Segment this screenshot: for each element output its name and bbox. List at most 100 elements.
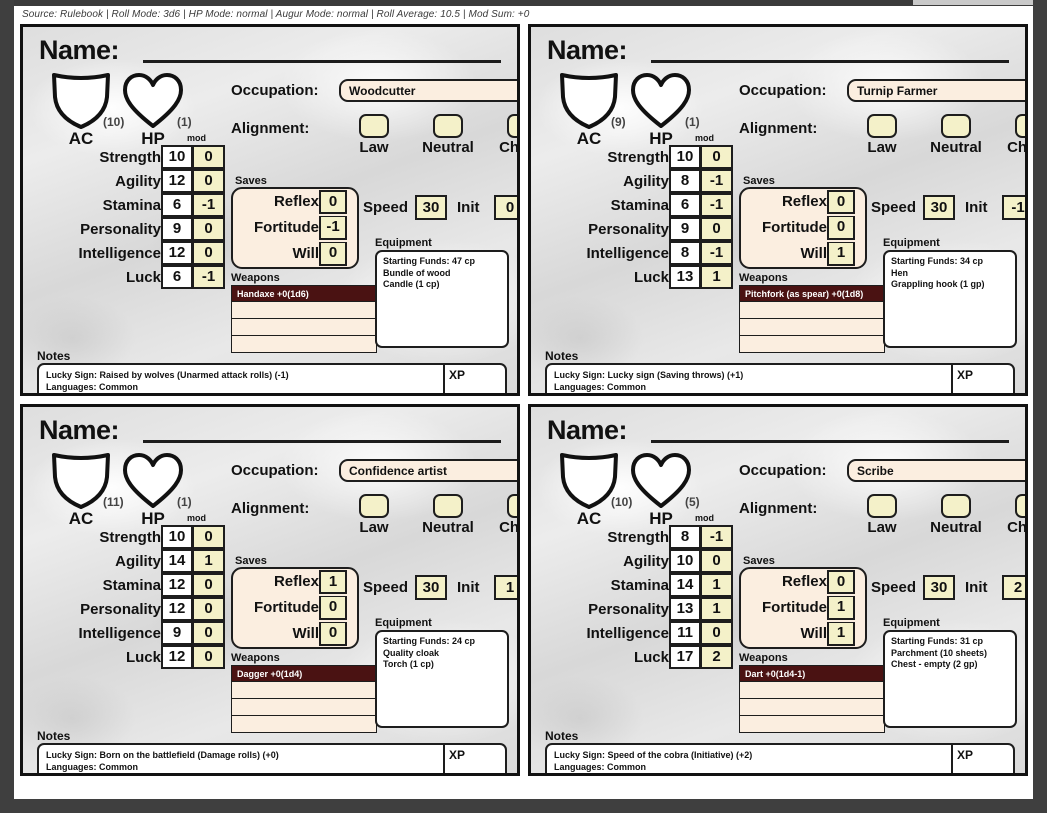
attribute-value[interactable]: 9 bbox=[669, 217, 701, 241]
equipment-box[interactable]: Starting Funds: 34 cp Hen Grappling hook (… bbox=[883, 250, 1017, 348]
alignment-checkbox-neutral[interactable] bbox=[941, 114, 971, 138]
name-input-line[interactable] bbox=[651, 440, 1009, 443]
speed-value[interactable]: 30 bbox=[923, 575, 955, 600]
weapon-row[interactable]: Pitchfork (as spear) +0(1d8) bbox=[739, 285, 885, 302]
save-value[interactable]: 0 bbox=[319, 242, 347, 266]
speed-value[interactable]: 30 bbox=[923, 195, 955, 220]
save-value[interactable]: 0 bbox=[319, 622, 347, 646]
attribute-value[interactable]: 10 bbox=[161, 525, 193, 549]
weapon-row[interactable] bbox=[739, 716, 885, 733]
weapon-row[interactable] bbox=[739, 319, 885, 336]
attribute-mod[interactable]: 1 bbox=[701, 265, 733, 289]
alignment-checkbox-law[interactable] bbox=[359, 494, 389, 518]
weapon-row[interactable] bbox=[739, 699, 885, 716]
attribute-mod[interactable]: 0 bbox=[701, 145, 733, 169]
attribute-value[interactable]: 8 bbox=[669, 169, 701, 193]
weapon-row[interactable] bbox=[231, 319, 377, 336]
weapon-row[interactable] bbox=[739, 302, 885, 319]
save-value[interactable]: 0 bbox=[827, 190, 855, 214]
notes-box[interactable]: Lucky Sign: Speed of the cobra (Initiati… bbox=[545, 743, 1015, 773]
attribute-mod[interactable]: 0 bbox=[193, 525, 225, 549]
alignment-checkbox-neutral[interactable] bbox=[941, 494, 971, 518]
attribute-mod[interactable]: -1 bbox=[701, 169, 733, 193]
attribute-value[interactable]: 10 bbox=[161, 145, 193, 169]
init-value[interactable]: 1 bbox=[494, 575, 517, 600]
speed-value[interactable]: 30 bbox=[415, 195, 447, 220]
attribute-mod[interactable]: 0 bbox=[193, 621, 225, 645]
attribute-value[interactable]: 6 bbox=[161, 193, 193, 217]
speed-value[interactable]: 30 bbox=[415, 575, 447, 600]
notes-box[interactable]: Lucky Sign: Lucky sign (Saving throws) (… bbox=[545, 363, 1015, 393]
attribute-mod[interactable]: -1 bbox=[701, 241, 733, 265]
weapon-row[interactable]: Dagger +0(1d4) bbox=[231, 665, 377, 682]
attribute-value[interactable]: 10 bbox=[669, 549, 701, 573]
save-value[interactable]: 0 bbox=[827, 570, 855, 594]
save-value[interactable]: 0 bbox=[319, 596, 347, 620]
alignment-checkbox-neutral[interactable] bbox=[433, 114, 463, 138]
init-value[interactable]: 2 bbox=[1002, 575, 1025, 600]
save-value[interactable]: 1 bbox=[827, 596, 855, 620]
weapon-row[interactable] bbox=[231, 682, 377, 699]
attribute-value[interactable]: 10 bbox=[669, 145, 701, 169]
attribute-mod[interactable]: 0 bbox=[701, 217, 733, 241]
attribute-mod[interactable]: 0 bbox=[193, 145, 225, 169]
equipment-box[interactable]: Starting Funds: 24 cp Quality cloak Torch … bbox=[375, 630, 509, 728]
save-value[interactable]: 1 bbox=[827, 622, 855, 646]
save-value[interactable]: 1 bbox=[827, 242, 855, 266]
attribute-mod[interactable]: 0 bbox=[701, 549, 733, 573]
alignment-checkbox-law[interactable] bbox=[867, 114, 897, 138]
weapon-row[interactable] bbox=[739, 682, 885, 699]
occupation-field[interactable]: Woodcutter bbox=[339, 79, 517, 102]
attribute-mod[interactable]: 2 bbox=[701, 645, 733, 669]
weapon-row[interactable] bbox=[231, 716, 377, 733]
attribute-mod[interactable]: 0 bbox=[193, 217, 225, 241]
attribute-value[interactable]: 9 bbox=[161, 217, 193, 241]
name-input-line[interactable] bbox=[651, 60, 1009, 63]
attribute-value[interactable]: 12 bbox=[161, 597, 193, 621]
attribute-value[interactable]: 8 bbox=[669, 525, 701, 549]
weapon-row[interactable] bbox=[231, 336, 377, 353]
attribute-value[interactable]: 12 bbox=[161, 241, 193, 265]
attribute-mod[interactable]: -1 bbox=[701, 193, 733, 217]
attribute-value[interactable]: 11 bbox=[669, 621, 701, 645]
occupation-field[interactable]: Turnip Farmer bbox=[847, 79, 1025, 102]
alignment-checkbox-chaos[interactable] bbox=[507, 114, 517, 138]
alignment-checkbox-law[interactable] bbox=[867, 494, 897, 518]
equipment-box[interactable]: Starting Funds: 47 cp Bundle of wood Candl… bbox=[375, 250, 509, 348]
init-value[interactable]: 0 bbox=[494, 195, 517, 220]
equipment-box[interactable]: Starting Funds: 31 cp Parchment (10 sheet… bbox=[883, 630, 1017, 728]
attribute-value[interactable]: 14 bbox=[161, 549, 193, 573]
notes-box[interactable]: Lucky Sign: Raised by wolves (Unarmed at… bbox=[37, 363, 507, 393]
attribute-mod[interactable]: 0 bbox=[193, 573, 225, 597]
attribute-mod[interactable]: -1 bbox=[193, 265, 225, 289]
alignment-checkbox-chaos[interactable] bbox=[1015, 494, 1025, 518]
attribute-value[interactable]: 13 bbox=[669, 265, 701, 289]
attribute-mod[interactable]: 0 bbox=[701, 621, 733, 645]
attribute-value[interactable]: 6 bbox=[161, 265, 193, 289]
weapon-row[interactable]: Dart +0(1d4-1) bbox=[739, 665, 885, 682]
attribute-mod[interactable]: 0 bbox=[193, 241, 225, 265]
occupation-field[interactable]: Confidence artist bbox=[339, 459, 517, 482]
attribute-value[interactable]: 12 bbox=[161, 573, 193, 597]
attribute-value[interactable]: 17 bbox=[669, 645, 701, 669]
alignment-checkbox-chaos[interactable] bbox=[507, 494, 517, 518]
attribute-mod[interactable]: 0 bbox=[193, 169, 225, 193]
save-value[interactable]: 0 bbox=[827, 216, 855, 240]
alignment-checkbox-neutral[interactable] bbox=[433, 494, 463, 518]
weapon-row[interactable] bbox=[231, 302, 377, 319]
save-value[interactable]: -1 bbox=[319, 216, 347, 240]
attribute-mod[interactable]: 0 bbox=[193, 597, 225, 621]
attribute-value[interactable]: 6 bbox=[669, 193, 701, 217]
name-input-line[interactable] bbox=[143, 440, 501, 443]
attribute-value[interactable]: 9 bbox=[161, 621, 193, 645]
attribute-value[interactable]: 12 bbox=[161, 169, 193, 193]
occupation-field[interactable]: Scribe bbox=[847, 459, 1025, 482]
alignment-checkbox-law[interactable] bbox=[359, 114, 389, 138]
init-value[interactable]: -1 bbox=[1002, 195, 1025, 220]
attribute-mod[interactable]: 0 bbox=[193, 645, 225, 669]
attribute-mod[interactable]: 1 bbox=[701, 597, 733, 621]
save-value[interactable]: 1 bbox=[319, 570, 347, 594]
attribute-mod[interactable]: 1 bbox=[701, 573, 733, 597]
attribute-value[interactable]: 14 bbox=[669, 573, 701, 597]
attribute-mod[interactable]: -1 bbox=[701, 525, 733, 549]
